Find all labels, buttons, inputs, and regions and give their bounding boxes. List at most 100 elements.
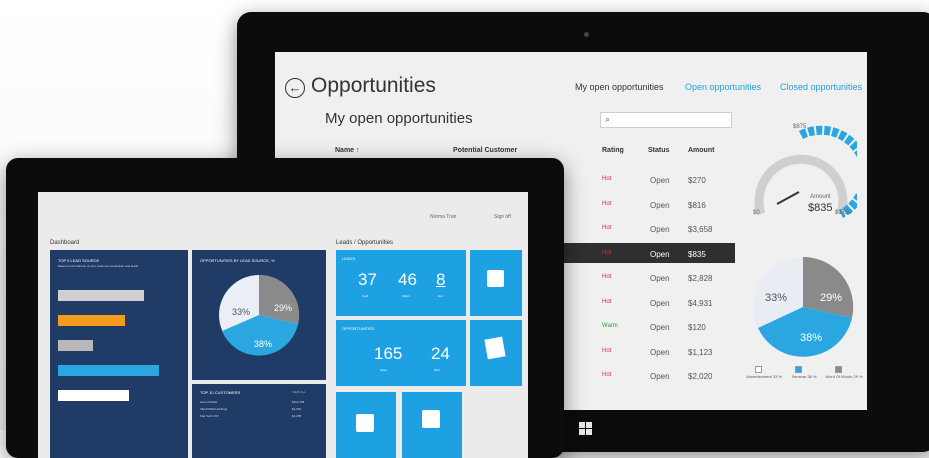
- gauge-min: $0: [753, 210, 760, 216]
- amount-cell: $4,931: [688, 298, 713, 308]
- dashboard-screen: Norma Tran Sign off Dashboard Leads / Op…: [38, 192, 528, 458]
- tile-title: LEADS: [342, 256, 356, 261]
- rating-cell: Hot: [602, 274, 612, 280]
- amount-cell: $120: [688, 323, 706, 332]
- store-tile-3[interactable]: [470, 250, 522, 316]
- pie-label-a: 33%: [765, 292, 788, 304]
- section-title: My open opportunities: [325, 110, 473, 127]
- legend-label: Advertisement 33 %: [746, 374, 782, 379]
- amount-cell: $835: [688, 249, 706, 259]
- pie-label-c: 38%: [800, 332, 823, 344]
- shopping-bag-icon: [356, 414, 374, 432]
- rating-cell: Hot: [602, 347, 612, 354]
- legend-swatch: [755, 366, 762, 373]
- bar[interactable]: [58, 365, 159, 376]
- column-status[interactable]: Status: [648, 147, 669, 154]
- tile-title: OPPORTUNITIES: [342, 326, 375, 331]
- leads-hot-label: Hot: [438, 294, 443, 298]
- status-cell: Open: [650, 372, 670, 381]
- store-tile-2[interactable]: [402, 392, 462, 458]
- leads-hot-count: 8: [436, 270, 446, 289]
- rating-cell: Hot: [602, 372, 612, 378]
- amount-cell: $2,020: [688, 372, 713, 381]
- amount-cell: $3,658: [688, 225, 713, 234]
- opps-open-count: 165: [374, 344, 403, 363]
- gauge-value: $835: [808, 202, 833, 214]
- status-cell: Open: [650, 323, 670, 332]
- rating-cell: Hot: [602, 200, 612, 207]
- rating-cell: Hot: [602, 249, 612, 256]
- tile-title: TOP 10 CUSTOMERS: [200, 390, 241, 395]
- opps-by-source-tile[interactable]: OPPORTUNITIES BY LEAD SOURCE, % 33% 29% …: [192, 250, 326, 380]
- tab-my-open[interactable]: My open opportunities: [575, 82, 664, 92]
- bar[interactable]: [58, 390, 129, 401]
- front-camera: [584, 32, 589, 37]
- bar[interactable]: [58, 290, 144, 301]
- customer-value: $112,158: [292, 400, 305, 404]
- leads-warm-label: Warm: [402, 294, 410, 298]
- leads-cold-count: 37: [358, 270, 377, 289]
- tile-title: TOP 5 LEAD SOURCE: [58, 258, 100, 263]
- opps-won-label: Won: [434, 368, 441, 372]
- legend-label: Seminar 38 %: [791, 374, 817, 379]
- customer-name[interactable]: VELANDIA Holdings: [200, 407, 227, 411]
- gauge-top: $875: [793, 124, 807, 130]
- search-input[interactable]: ⌕: [600, 112, 732, 128]
- small-pie-c: 38%: [254, 339, 273, 349]
- column-name[interactable]: Name ↑: [335, 147, 360, 154]
- page-title: Opportunities: [311, 74, 436, 97]
- back-button[interactable]: ←: [285, 78, 305, 98]
- top-customers-tile[interactable]: TOP 10 CUSTOMERS VIEW ALL Acme Mobile $11…: [192, 384, 326, 458]
- status-cell: Open: [650, 176, 670, 185]
- amount-cell: $2,828: [688, 274, 713, 283]
- status-cell: Open: [650, 249, 670, 259]
- small-tablet-device: Norma Tran Sign off Dashboard Leads / Op…: [6, 158, 564, 458]
- amount-cell: $816: [688, 200, 706, 210]
- gauge-max: $1750: [835, 210, 852, 216]
- user-name[interactable]: Norma Tran: [430, 214, 456, 220]
- customer-name[interactable]: Fab Tech LTD: [200, 414, 219, 418]
- status-cell: Open: [650, 347, 670, 357]
- tab-open[interactable]: Open opportunities: [685, 82, 761, 92]
- store-tile-1[interactable]: [336, 392, 396, 458]
- tile-subtitle: Based on the lifetime of your customer a…: [58, 264, 139, 268]
- small-pie-a: 33%: [232, 307, 251, 317]
- bar[interactable]: [58, 340, 93, 351]
- documents-tile[interactable]: [470, 320, 522, 386]
- amount-gauge: [754, 125, 857, 219]
- status-cell: Open: [650, 274, 670, 283]
- shopping-bag-icon: [487, 270, 504, 287]
- column-customer[interactable]: Potential Customer: [453, 147, 517, 154]
- customer-value: $2,381: [292, 407, 302, 411]
- tab-closed[interactable]: Closed opportunities: [780, 82, 862, 92]
- pie-label-b: 29%: [820, 292, 843, 304]
- opps-open-label: Open: [380, 368, 388, 372]
- column-rating[interactable]: Rating: [602, 147, 624, 154]
- column-amount[interactable]: Amount: [688, 147, 714, 154]
- leads-warm-count: 46: [398, 270, 417, 289]
- opps-won-count: 24: [431, 344, 450, 363]
- rating-cell: Hot: [602, 298, 612, 305]
- leads-heading: Leads / Opportunities: [336, 240, 394, 246]
- legend-swatch: [795, 366, 802, 373]
- windows-button[interactable]: [579, 422, 593, 436]
- status-cell: Open: [650, 225, 670, 234]
- rating-cell: Hot: [602, 176, 612, 182]
- small-pie-b: 29%: [274, 303, 293, 313]
- opportunities-tile[interactable]: OPPORTUNITIES 165 24 Open Won: [336, 320, 466, 386]
- shopping-bag-icon: [422, 410, 440, 428]
- status-cell: Open: [650, 200, 670, 210]
- legend-label: Word Of Mouth 29 %: [825, 374, 863, 379]
- leads-tile[interactable]: LEADS 37 46 8 Cold Warm Hot: [336, 250, 466, 316]
- status-cell: Open: [650, 298, 670, 308]
- bar[interactable]: [58, 315, 125, 326]
- amount-cell: $270: [688, 176, 706, 185]
- tile-title: OPPORTUNITIES BY LEAD SOURCE, %: [200, 258, 275, 263]
- top-lead-source-tile[interactable]: TOP 5 LEAD SOURCE Based on the lifetime …: [50, 250, 188, 458]
- leads-cold-label: Cold: [362, 294, 369, 298]
- rating-cell: Warm: [602, 323, 618, 329]
- customer-name[interactable]: Acme Mobile: [200, 400, 217, 404]
- signout-link[interactable]: Sign off: [494, 214, 511, 220]
- view-all-link[interactable]: VIEW ALL: [292, 390, 306, 394]
- customer-value: $2,295: [292, 414, 302, 418]
